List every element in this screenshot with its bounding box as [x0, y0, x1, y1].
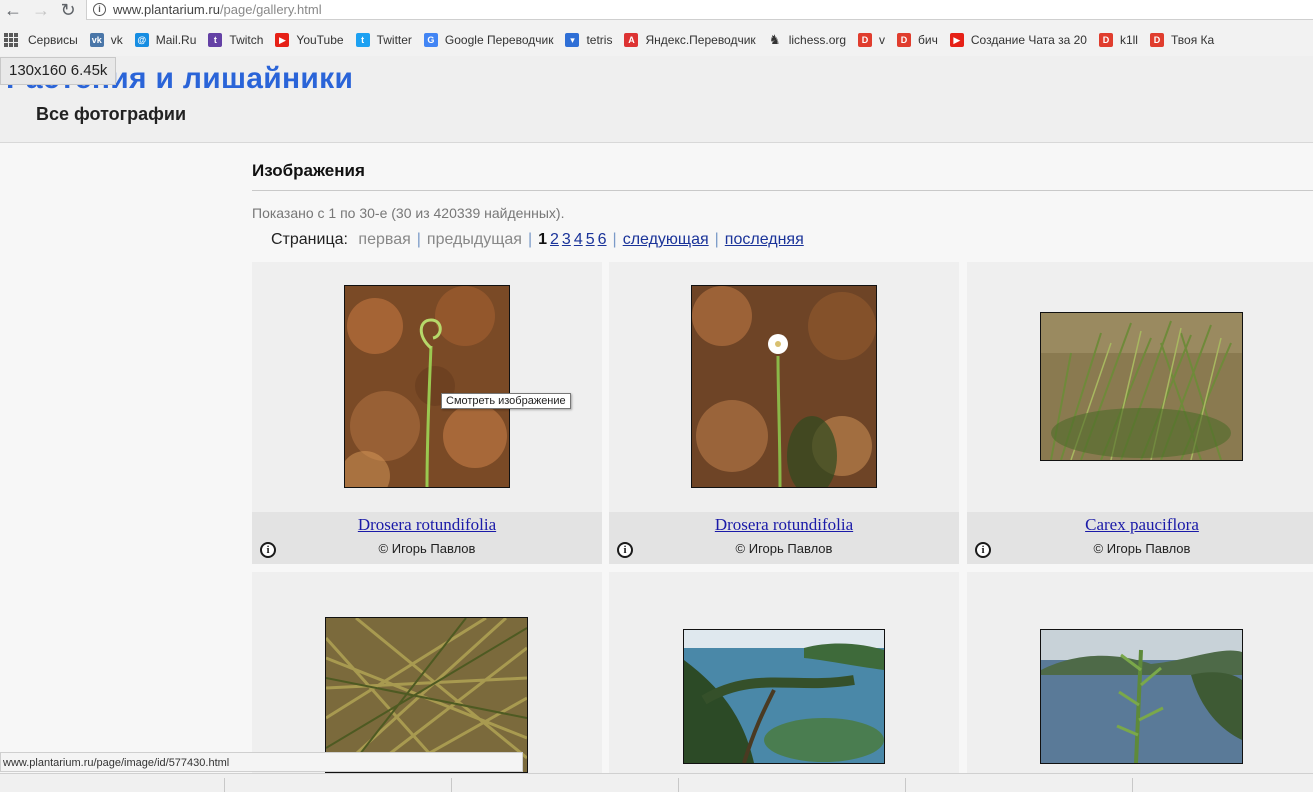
bookmark-label: k1ll: [1119, 33, 1138, 47]
youtube-icon: ▶: [275, 33, 290, 47]
photo-author: © Игорь Павлов: [1093, 541, 1191, 556]
pager-page-link[interactable]: 4: [574, 231, 583, 248]
photo-author: © Игорь Павлов: [378, 541, 476, 556]
site-info-icon[interactable]: i: [93, 3, 106, 16]
back-icon[interactable]: ←: [2, 0, 24, 20]
card-caption: Carex pauciflora i © Игорь Павлов: [967, 512, 1313, 564]
bookmarks-bar: Сервисы vk vk @ Mail.Ru t Twitch ▶ YouTube t Twitt…: [0, 27, 1313, 53]
gallery-card: [967, 572, 1313, 773]
d-icon: D: [1098, 33, 1113, 47]
pager-page-link[interactable]: 6: [598, 231, 607, 248]
bookmark-item[interactable]: vk vk: [86, 29, 131, 51]
bookmark-label: Twitch: [229, 33, 264, 47]
species-link[interactable]: Drosera rotundifolia: [252, 515, 602, 535]
vk-icon: vk: [89, 33, 104, 47]
gallery-card: [609, 572, 959, 773]
pager-current-page: 1: [538, 231, 547, 248]
results-count: Показано с 1 по 30-е (30 из 420339 найде…: [252, 205, 565, 221]
plant-photo[interactable]: [325, 617, 528, 773]
pager-prev: предыдущая: [426, 231, 522, 248]
d-icon: D: [1149, 33, 1164, 47]
pager-first: первая: [358, 231, 411, 248]
youtube-icon: ▶: [949, 33, 964, 47]
bookmark-item[interactable]: A Яндекс.Переводчик: [620, 29, 763, 51]
bookmark-label: lichess.org: [788, 33, 847, 47]
bookmark-label: Twitter: [376, 33, 412, 47]
bookmark-label: vk: [110, 33, 123, 47]
status-bar-url: www.plantarium.ru/page/image/id/577430.h…: [0, 752, 523, 772]
image-tooltip: Смотреть изображение: [441, 393, 571, 409]
bookmark-label: tetris: [586, 33, 613, 47]
pagination: Страница: первая | предыдущая | 1 2 3 4 5 6 | следу…: [271, 231, 804, 248]
forward-icon[interactable]: →: [30, 0, 52, 20]
gallery-card: Drosera rotundifolia i © Игорь Павлов: [609, 262, 959, 564]
bookmark-label: Google Переводчик: [444, 33, 554, 47]
bookmark-item[interactable]: Dv: [854, 29, 893, 51]
shield-icon: ▾: [565, 33, 580, 47]
bookmark-item[interactable]: G Google Переводчик: [420, 29, 562, 51]
card-caption: Drosera rotundifolia i © Игорь Павлов: [609, 512, 959, 564]
plant-photo[interactable]: [344, 285, 510, 488]
twitter-icon: t: [355, 33, 370, 47]
browser-toolbar: ← → ↻ i www.plantarium.ru/page/gallery.h…: [0, 0, 1313, 57]
yandex-translate-icon: A: [624, 33, 639, 47]
plant-photo[interactable]: [691, 285, 877, 488]
plant-photo[interactable]: [683, 629, 885, 764]
section-divider: [252, 190, 1313, 191]
bookmark-label: Твоя Ка: [1170, 33, 1215, 47]
gallery-card: [252, 572, 602, 773]
image-size-tooltip: 130x160 6.45k: [0, 57, 117, 85]
bookmark-label: бич: [918, 33, 938, 47]
google-translate-icon: G: [423, 33, 438, 47]
bookmark-item[interactable]: ▶ YouTube: [271, 29, 351, 51]
twitch-icon: t: [208, 33, 223, 47]
card-caption: Drosera rotundifolia i © Игорь Павлов: [252, 512, 602, 564]
d-icon: D: [858, 33, 873, 47]
pager-page-link[interactable]: 3: [562, 231, 571, 248]
photo-author: © Игорь Павлов: [735, 541, 833, 556]
plant-photo[interactable]: [1040, 312, 1243, 461]
apps-grid-icon: [4, 33, 18, 47]
bookmark-label: Сервисы: [28, 33, 78, 47]
download-bar: [0, 773, 1313, 792]
pager-last[interactable]: последняя: [725, 231, 804, 248]
bookmark-item[interactable]: Dбич: [893, 29, 946, 51]
bookmark-item[interactable]: t Twitter: [352, 29, 420, 51]
address-url[interactable]: www.plantarium.ru/page/gallery.html: [113, 0, 322, 19]
plant-photo[interactable]: [1040, 629, 1243, 764]
knight-icon: ♞: [768, 32, 781, 47]
gallery-card: Carex pauciflora i © Игорь Павлов: [967, 262, 1313, 564]
pager-page-link[interactable]: 5: [586, 231, 595, 248]
section-title: Изображения: [252, 161, 365, 180]
reload-icon[interactable]: ↻: [57, 0, 79, 20]
bookmark-item[interactable]: ▾ tetris: [561, 29, 620, 51]
species-link[interactable]: Drosera rotundifolia: [609, 515, 959, 535]
species-link[interactable]: Carex pauciflora: [967, 515, 1313, 535]
bookmark-item[interactable]: @ Mail.Ru: [131, 29, 205, 51]
pager-label: Страница:: [271, 231, 348, 248]
bookmark-label: YouTube: [296, 33, 344, 47]
bookmark-label: Яндекс.Переводчик: [645, 33, 756, 47]
bookmark-label: Создание Чата за 20: [970, 33, 1087, 47]
d-icon: D: [897, 33, 912, 47]
pager-page-link[interactable]: 2: [550, 231, 559, 248]
bookmark-item[interactable]: Сервисы: [0, 29, 86, 51]
gallery-card: Drosera rotundifolia i © Игорь Павлов: [252, 262, 602, 564]
bookmark-item[interactable]: ♞ lichess.org: [764, 29, 854, 51]
page-subtitle: Все фотографии: [36, 104, 187, 124]
mailru-icon: @: [134, 33, 149, 47]
bookmark-item[interactable]: ▶ Создание Чата за 20: [946, 29, 1095, 51]
bookmark-item[interactable]: t Twitch: [204, 29, 271, 51]
bookmark-label: Mail.Ru: [155, 33, 197, 47]
address-bar[interactable]: i www.plantarium.ru/page/gallery.html: [86, 0, 1313, 20]
bookmark-item[interactable]: Dk1ll: [1095, 29, 1146, 51]
bookmark-item[interactable]: D Твоя Ка: [1146, 29, 1222, 51]
bookmark-label: v: [879, 33, 886, 47]
pager-next[interactable]: следующая: [623, 231, 709, 248]
